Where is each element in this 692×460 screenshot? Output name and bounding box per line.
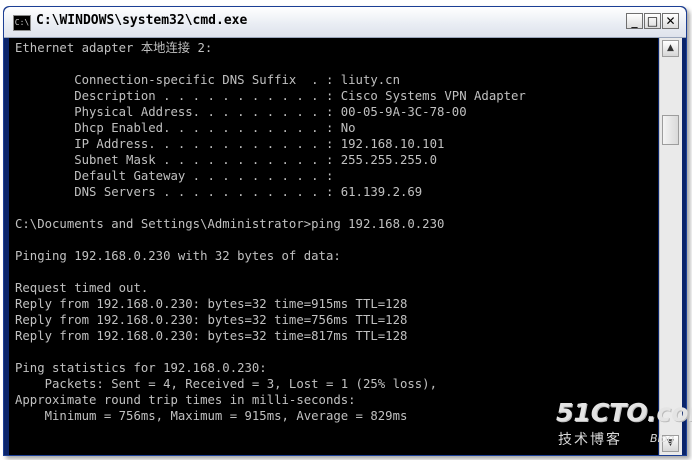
console-line: Default Gateway . . . . . . . . . : xyxy=(15,169,334,183)
scroll-up-arrow-icon[interactable]: ▲ xyxy=(662,40,679,57)
console-line: Reply from 192.168.0.230: bytes=32 time=… xyxy=(15,297,408,311)
title-bar[interactable]: C:\ C:\WINDOWS\system32\cmd.exe _ □ ✕ xyxy=(4,7,686,38)
console-line: Packets: Sent = 4, Received = 3, Lost = … xyxy=(15,377,437,391)
window-title: C:\WINDOWS\system32\cmd.exe xyxy=(36,13,248,28)
console-line: Dhcp Enabled. . . . . . . . . . . : No xyxy=(15,121,356,135)
console-line: Connection-specific DNS Suffix . : liuty… xyxy=(15,73,400,87)
console-line: Description . . . . . . . . . . . : Cisc… xyxy=(15,89,526,103)
console-output[interactable]: Ethernet adapter 本地连接 2: Connection-spec… xyxy=(9,38,658,455)
close-button[interactable]: ✕ xyxy=(662,13,679,29)
console-line: Subnet Mask . . . . . . . . . . . : 255.… xyxy=(15,153,437,167)
site-watermark: 51CTO.com 技术博客 Blog xyxy=(556,398,692,454)
maximize-button[interactable]: □ xyxy=(644,13,661,29)
watermark-subtitle: 技术博客 xyxy=(558,432,622,448)
watermark-logo-text: 51CTO.com xyxy=(556,398,692,427)
minimize-button[interactable]: _ xyxy=(626,13,643,29)
console-line: Approximate round trip times in milli-se… xyxy=(15,393,356,407)
console-line: Reply from 192.168.0.230: bytes=32 time=… xyxy=(15,313,408,327)
console-line: Physical Address. . . . . . . . . : 00-0… xyxy=(15,105,467,119)
console-line: Ping statistics for 192.168.0.230: xyxy=(15,361,267,375)
console-line: Request timed out. xyxy=(15,281,149,295)
console-app-icon[interactable]: C:\ xyxy=(13,15,31,31)
console-line: C:\Documents and Settings\Administrator>… xyxy=(15,217,445,231)
console-line: Minimum = 756ms, Maximum = 915ms, Averag… xyxy=(15,409,408,423)
console-line: Reply from 192.168.0.230: bytes=32 time=… xyxy=(15,329,408,343)
console-line: DNS Servers . . . . . . . . . . . : 61.1… xyxy=(15,185,423,199)
console-line: Pinging 192.168.0.230 with 32 bytes of d… xyxy=(15,249,341,263)
console-line: IP Address. . . . . . . . . . . . : 192.… xyxy=(15,137,445,151)
scroll-thumb[interactable] xyxy=(662,115,679,145)
watermark-blog-label: Blog xyxy=(650,432,675,445)
cmd-window: C:\ C:\WINDOWS\system32\cmd.exe _ □ ✕ Et… xyxy=(3,6,687,456)
console-line: Ethernet adapter 本地连接 2: xyxy=(15,41,213,55)
vertical-scrollbar[interactable]: ▲ ▼ xyxy=(659,38,682,455)
